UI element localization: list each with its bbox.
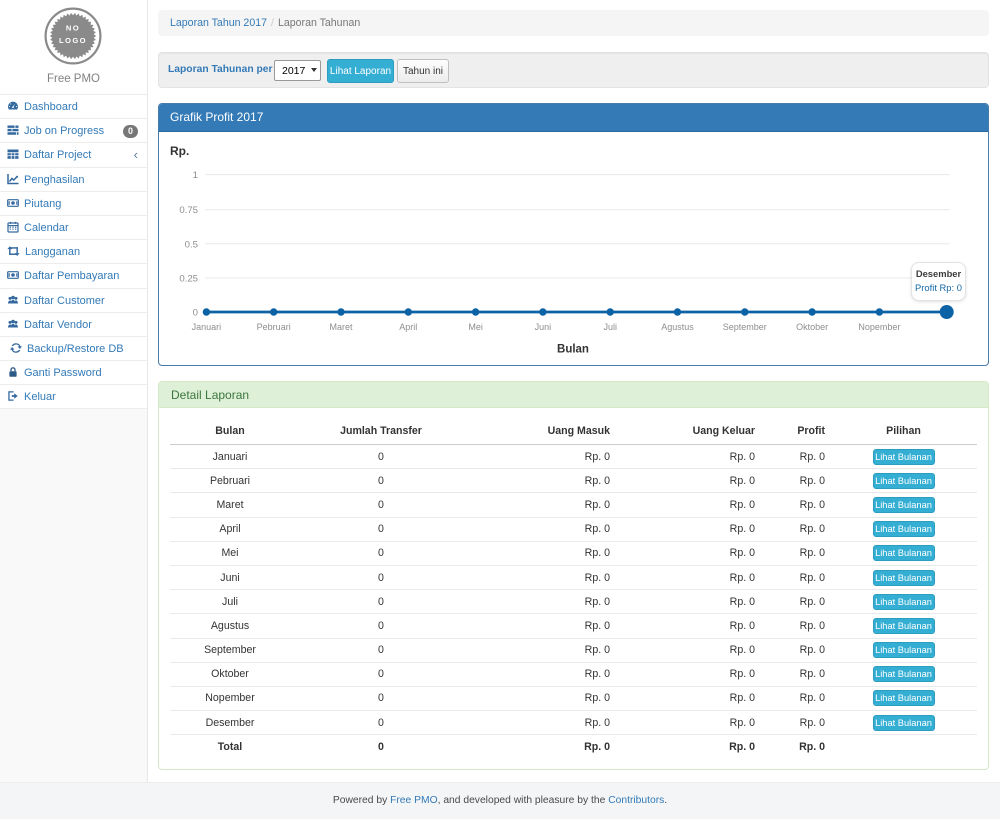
svg-text:September: September	[723, 322, 767, 332]
svg-text:Pebruari: Pebruari	[257, 322, 291, 332]
svg-text:NO: NO	[66, 24, 80, 33]
svg-text:Maret: Maret	[329, 322, 353, 332]
svg-text:LOGO: LOGO	[59, 36, 87, 45]
svg-text:0.5: 0.5	[185, 239, 198, 250]
svg-text:April: April	[399, 322, 417, 332]
svg-text:Rp.: Rp.	[170, 144, 189, 158]
svg-text:Bulan: Bulan	[557, 344, 589, 356]
svg-text:Januari: Januari	[192, 322, 222, 332]
svg-text:0: 0	[193, 308, 198, 319]
svg-text:Agustus: Agustus	[661, 322, 694, 332]
svg-text:Juni: Juni	[535, 322, 552, 332]
svg-text:0.25: 0.25	[179, 274, 198, 285]
svg-text:Juli: Juli	[603, 322, 617, 332]
svg-text:Nopember: Nopember	[858, 322, 900, 332]
svg-text:Oktober: Oktober	[796, 322, 828, 332]
svg-text:1: 1	[193, 170, 198, 181]
svg-text:Mei: Mei	[468, 322, 483, 332]
svg-text:0.75: 0.75	[179, 205, 198, 216]
